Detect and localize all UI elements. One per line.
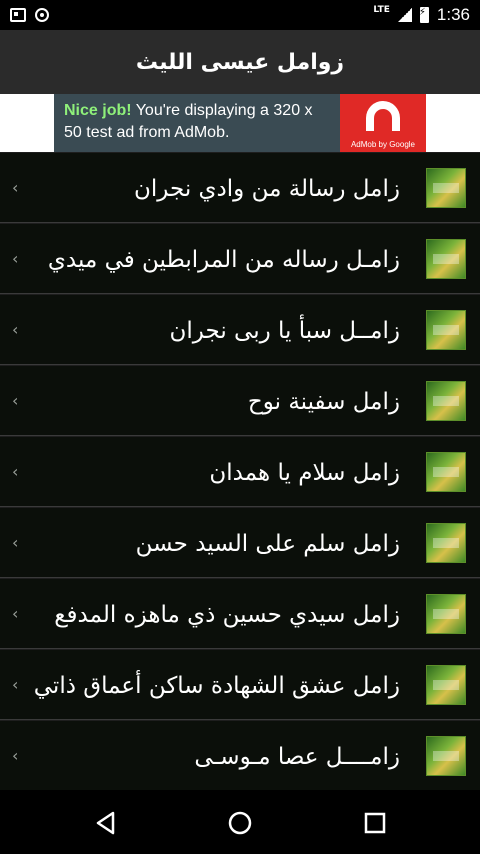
page-title: زوامل عيسى الليث	[135, 49, 345, 75]
back-icon[interactable]	[93, 810, 119, 836]
chevron-left-icon: ‹	[12, 249, 19, 268]
list-item[interactable]: ‹ زامــــل عصا مـوسـى	[0, 720, 480, 790]
status-bar: LTE 1:36	[0, 0, 480, 30]
list-item[interactable]: ‹ زامل سيدي حسين ذي ماهزه المدفع	[0, 578, 480, 649]
chevron-left-icon: ‹	[12, 746, 19, 765]
list-item-label: زامــــل عصا مـوسـى	[194, 743, 400, 770]
list-item-label: زامل سلام يا همدان	[209, 459, 400, 486]
ad-banner-container: Nice job! You're displaying a 320 x 50 t…	[0, 94, 480, 152]
notification-icon	[35, 8, 49, 22]
list-item-label: زامل سلم على السيد حسن	[135, 530, 400, 557]
sd-card-icon	[10, 8, 26, 22]
system-nav-bar	[0, 790, 480, 854]
item-thumbnail	[426, 310, 466, 350]
list-item-label: زامل عشق الشهادة ساكن أعماق ذاتي	[33, 672, 400, 699]
chevron-left-icon: ‹	[12, 462, 19, 481]
list-item-label: زامل سيدي حسين ذي ماهزه المدفع	[54, 601, 400, 628]
item-thumbnail	[426, 665, 466, 705]
list-item[interactable]: ‹ زامل سلم على السيد حسن	[0, 507, 480, 578]
item-thumbnail	[426, 168, 466, 208]
list-item-label: زامــل سبأ يا ربى نجران	[169, 317, 400, 344]
chevron-left-icon: ‹	[12, 320, 19, 339]
item-thumbnail	[426, 239, 466, 279]
chevron-left-icon: ‹	[12, 604, 19, 623]
admob-logo-icon	[366, 101, 400, 131]
battery-charging-icon	[419, 7, 429, 23]
status-time: 1:36	[436, 5, 470, 24]
home-icon[interactable]	[227, 810, 253, 836]
admob-logo[interactable]: AdMob by Google	[340, 94, 426, 152]
item-thumbnail	[426, 523, 466, 563]
chevron-left-icon: ‹	[12, 533, 19, 552]
ad-logo-caption: AdMob by Google	[350, 140, 416, 149]
zamil-list[interactable]: ‹ زامل رسالة من وادي نجران ‹ زامـل رساله…	[0, 152, 480, 790]
app-bar: زوامل عيسى الليث	[0, 30, 480, 94]
list-item[interactable]: ‹ زامل رسالة من وادي نجران	[0, 152, 480, 223]
list-item[interactable]: ‹ زامل سلام يا همدان	[0, 436, 480, 507]
item-thumbnail	[426, 381, 466, 421]
list-item[interactable]: ‹ زامل عشق الشهادة ساكن أعماق ذاتي	[0, 649, 480, 720]
ad-text: Nice job! You're displaying a 320 x 50 t…	[54, 94, 340, 152]
list-item[interactable]: ‹ زامــل سبأ يا ربى نجران	[0, 294, 480, 365]
item-thumbnail	[426, 452, 466, 492]
signal-icon	[397, 8, 412, 22]
list-item-label: زامل سفينة نوح	[247, 388, 400, 415]
ad-headline: Nice job!	[64, 102, 132, 119]
ad-banner[interactable]: Nice job! You're displaying a 320 x 50 t…	[54, 94, 426, 152]
item-thumbnail	[426, 594, 466, 634]
item-thumbnail	[426, 736, 466, 776]
recents-icon[interactable]	[362, 810, 388, 836]
list-item[interactable]: ‹ زامـل رساله من المرابطين في ميدي	[0, 223, 480, 294]
list-item-label: زامـل رساله من المرابطين في ميدي	[47, 246, 400, 273]
list-item-label: زامل رسالة من وادي نجران	[134, 175, 400, 202]
list-item[interactable]: ‹ زامل سفينة نوح	[0, 365, 480, 436]
chevron-left-icon: ‹	[12, 178, 19, 197]
chevron-left-icon: ‹	[12, 675, 19, 694]
chevron-left-icon: ‹	[12, 391, 19, 410]
network-type: LTE	[373, 4, 390, 15]
